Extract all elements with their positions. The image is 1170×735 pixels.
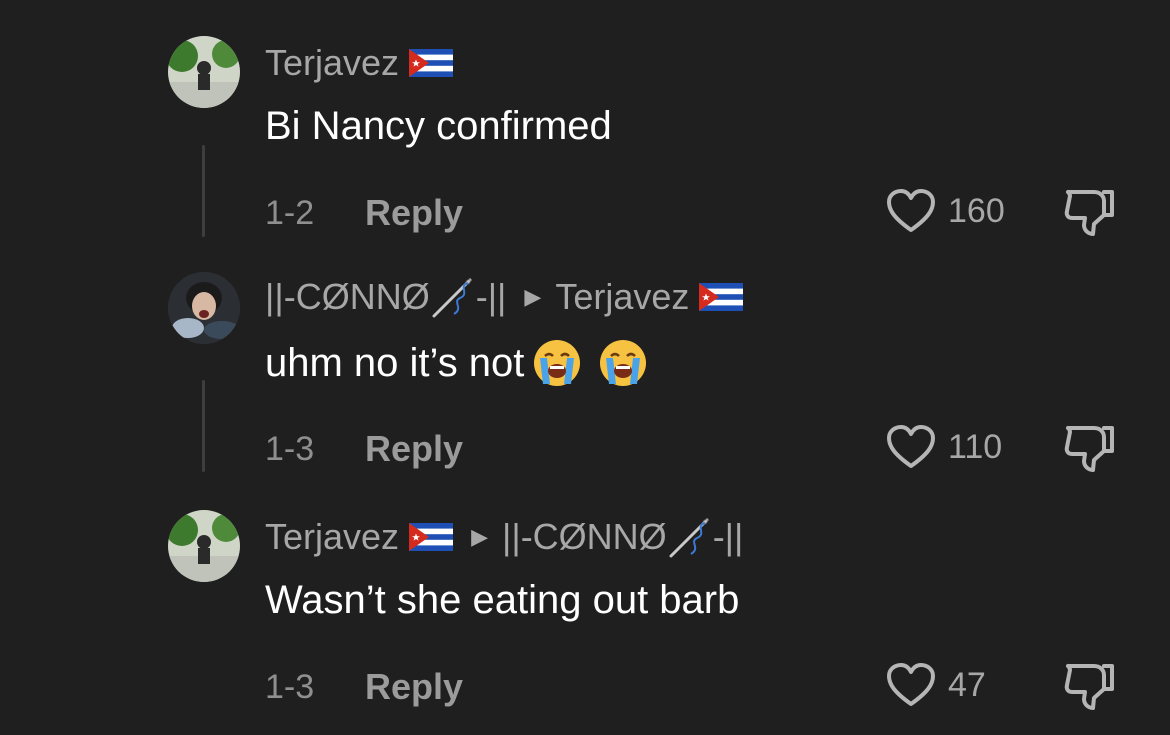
heart-icon (886, 424, 936, 470)
comment-date: 1-3 (265, 667, 315, 706)
cuba-flag-icon (409, 49, 453, 77)
comment-header: Terjavez ▶ ||-CØNNØ -|| (265, 516, 743, 558)
avatar[interactable] (168, 510, 240, 582)
author-name-suffix: -|| (475, 276, 507, 317)
author-name[interactable]: Terjavez (265, 516, 399, 558)
reply-button[interactable]: Reply (365, 428, 463, 470)
author-name[interactable]: ||-CØNNØ (265, 276, 430, 318)
comment-meta: 1-3 Reply (265, 666, 463, 708)
dislike-icon[interactable] (1062, 420, 1118, 474)
avatar[interactable] (168, 36, 240, 108)
reply-arrow-icon: ▶ (471, 524, 488, 549)
like-count: 110 (948, 427, 1003, 466)
comment-header: Terjavez (265, 42, 453, 84)
reply-arrow-icon: ▶ (524, 284, 542, 309)
reply-to-name-suffix: -|| (712, 516, 744, 557)
reply-to-name[interactable]: Terjavez (555, 276, 689, 318)
comment-meta: 1-3 Reply (265, 428, 463, 470)
thread-line (202, 380, 205, 472)
like-button[interactable]: 110 (886, 424, 1002, 470)
comment-body: Wasn’t she eating out barb (265, 578, 739, 623)
author-name[interactable]: Terjavez (265, 42, 399, 84)
crying-emoji-icon (532, 338, 582, 388)
like-button[interactable]: 160 (886, 188, 1005, 234)
needle-icon (430, 276, 476, 318)
like-count: 160 (948, 191, 1005, 230)
comment-body: uhm no it’s not (265, 338, 648, 388)
comment-text: Wasn’t she eating out barb (265, 578, 740, 622)
comment-date: 1-2 (265, 193, 315, 232)
reply-button[interactable]: Reply (365, 666, 463, 708)
reply-to-name[interactable]: ||-CØNNØ (502, 516, 667, 558)
comment-text: Bi Nancy confirmed (265, 104, 612, 148)
comment-date: 1-3 (265, 429, 315, 468)
comment-text: uhm no it’s not (265, 340, 525, 385)
heart-icon (886, 188, 936, 234)
like-button[interactable]: 47 (886, 662, 986, 708)
reply-button[interactable]: Reply (365, 192, 463, 234)
like-count: 47 (948, 665, 986, 704)
comment-body: Bi Nancy confirmed (265, 104, 612, 149)
thread-line (202, 145, 205, 237)
crying-emoji-icon (598, 338, 648, 388)
dislike-icon[interactable] (1062, 658, 1118, 712)
comment-meta: 1-2 Reply (265, 192, 463, 234)
needle-icon (667, 516, 713, 558)
cuba-flag-icon (699, 283, 743, 311)
heart-icon (886, 662, 936, 708)
cuba-flag-icon (409, 523, 453, 551)
avatar[interactable] (168, 272, 240, 344)
comment-header: ||-CØNNØ -|| ▶ Terjavez (265, 276, 743, 318)
dislike-icon[interactable] (1062, 184, 1118, 238)
